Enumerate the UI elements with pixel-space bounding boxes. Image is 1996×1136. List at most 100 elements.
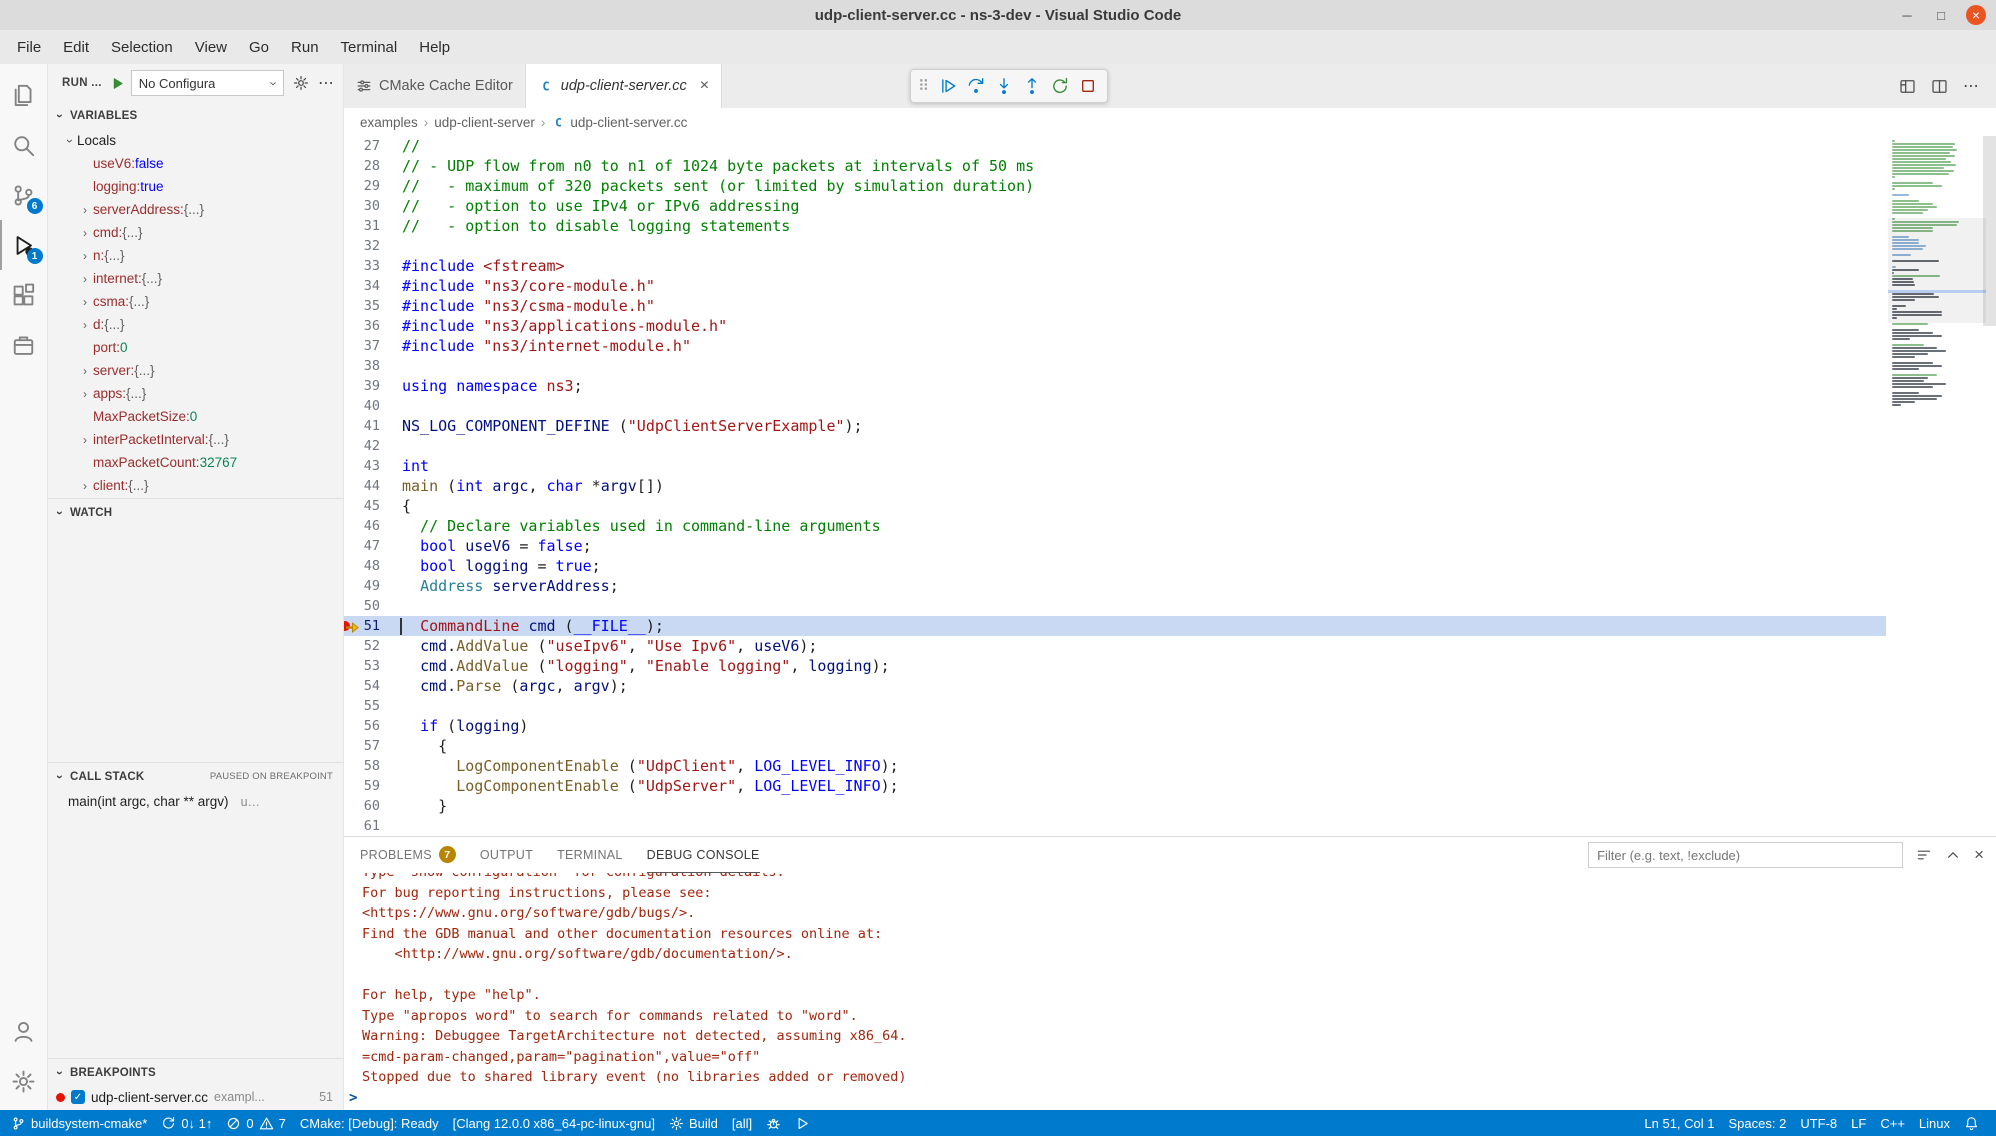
status-cmake-debug[interactable] xyxy=(759,1110,788,1136)
gutter-glyph-margin[interactable] xyxy=(344,236,362,256)
activity-source-control[interactable]: 6 xyxy=(0,170,48,220)
gutter-glyph-margin[interactable] xyxy=(344,156,362,176)
gutter-glyph-margin[interactable] xyxy=(344,376,362,396)
gutter-glyph-margin[interactable] xyxy=(344,716,362,736)
split-editor-icon[interactable] xyxy=(1931,78,1948,95)
gutter-glyph-margin[interactable] xyxy=(344,356,362,376)
console-input[interactable]: > xyxy=(349,1088,1996,1110)
gutter-glyph-margin[interactable] xyxy=(344,616,362,636)
breadcrumb-item-udp-client-server[interactable]: udp-client-server xyxy=(434,115,535,130)
status-cmake-build[interactable]: Build xyxy=(662,1110,725,1136)
minimap-slider[interactable] xyxy=(1888,218,1986,323)
menu-go[interactable]: Go xyxy=(238,34,280,60)
gutter-glyph-margin[interactable] xyxy=(344,316,362,336)
breadcrumb-item-udp-client-server-cc[interactable]: Cudp-client-server.cc xyxy=(551,115,687,130)
editor-tab-udp-client-server-cc[interactable]: Cudp-client-server.cc× xyxy=(526,64,722,108)
minimap[interactable] xyxy=(1892,136,1982,407)
gutter-glyph-margin[interactable] xyxy=(344,656,362,676)
watch-section-header[interactable]: › WATCH xyxy=(48,499,343,526)
variable-row[interactable]: ›interPacketInterval: {...} xyxy=(48,428,343,451)
code-text[interactable]: NS_LOG_COMPONENT_DEFINE ("UdpClientServe… xyxy=(380,416,863,436)
code-editor[interactable]: 27//28// - UDP flow from n0 to n1 of 102… xyxy=(344,136,1996,836)
drag-handle-icon[interactable]: ⠿ xyxy=(918,77,929,95)
code-text[interactable]: { xyxy=(380,736,447,756)
code-text[interactable] xyxy=(380,696,402,716)
code-text[interactable]: { xyxy=(380,496,411,516)
activity-account[interactable] xyxy=(0,1006,48,1056)
code-text[interactable]: cmd.Parse (argc, argv); xyxy=(380,676,628,696)
variable-row[interactable]: maxPacketCount: 32767 xyxy=(48,451,343,474)
code-text[interactable]: LogComponentEnable ("UdpClient", LOG_LEV… xyxy=(380,756,899,776)
status-notifications[interactable] xyxy=(1957,1110,1986,1136)
more-actions-icon[interactable]: ⋯ xyxy=(1963,76,1980,96)
menu-terminal[interactable]: Terminal xyxy=(330,34,409,60)
variable-row[interactable]: port: 0 xyxy=(48,336,343,359)
breadcrumb-item-examples[interactable]: examples xyxy=(360,115,418,130)
variable-row[interactable]: ›n: {...} xyxy=(48,244,343,267)
gutter-glyph-margin[interactable] xyxy=(344,516,362,536)
status-git-sync[interactable]: 0↓ 1↑ xyxy=(154,1110,219,1136)
panel-tab-output[interactable]: OUTPUT xyxy=(480,837,533,873)
status-cursor-position[interactable]: Ln 51, Col 1 xyxy=(1637,1110,1721,1136)
variable-row[interactable]: ›d: {...} xyxy=(48,313,343,336)
variables-section-header[interactable]: › VARIABLES xyxy=(48,102,343,129)
code-text[interactable] xyxy=(380,236,402,256)
step-out-button[interactable] xyxy=(1019,74,1044,99)
continue-button[interactable] xyxy=(935,74,960,99)
variable-row[interactable]: ›serverAddress: {...} xyxy=(48,198,343,221)
status-cmake-status[interactable]: CMake: [Debug]: Ready xyxy=(293,1110,446,1136)
gutter-glyph-margin[interactable] xyxy=(344,256,362,276)
status-cmake-target[interactable]: [all] xyxy=(725,1110,759,1136)
activity-explorer[interactable] xyxy=(0,70,48,120)
code-text[interactable]: #include "ns3/core-module.h" xyxy=(380,276,655,296)
activity-settings[interactable] xyxy=(0,1056,48,1106)
close-panel-icon[interactable]: × xyxy=(1974,845,1984,865)
menu-help[interactable]: Help xyxy=(408,34,461,60)
configure-launch-button[interactable] xyxy=(290,72,312,94)
code-text[interactable]: } xyxy=(380,796,447,816)
gutter-glyph-margin[interactable] xyxy=(344,736,362,756)
code-text[interactable] xyxy=(380,356,402,376)
stack-frame-row[interactable]: main(int argc, char ** argv)u… xyxy=(48,790,343,813)
code-text[interactable]: // - option to disable logging statement… xyxy=(380,216,790,236)
breakpoints-section-header[interactable]: › BREAKPOINTS xyxy=(48,1059,343,1086)
call-stack-section-header[interactable]: › CALL STACK PAUSED ON BREAKPOINT xyxy=(48,763,343,790)
activity-run-and-debug[interactable]: 1 xyxy=(0,220,48,270)
gutter-glyph-margin[interactable] xyxy=(344,336,362,356)
gutter-glyph-margin[interactable] xyxy=(344,196,362,216)
restore-button[interactable]: □ xyxy=(1932,6,1950,24)
clear-console-icon[interactable] xyxy=(1916,847,1932,863)
breakpoint-row[interactable]: ✓udp-client-server.ccexampl...51 xyxy=(48,1086,343,1108)
code-text[interactable]: CommandLine cmd (__FILE__); xyxy=(380,616,664,636)
variable-row[interactable]: ›client: {...} xyxy=(48,474,343,497)
variable-row[interactable]: useV6: false xyxy=(48,152,343,175)
close-tab-icon[interactable]: × xyxy=(700,77,709,95)
code-text[interactable]: Address serverAddress; xyxy=(380,576,619,596)
gutter-glyph-margin[interactable] xyxy=(344,436,362,456)
gutter-glyph-margin[interactable] xyxy=(344,476,362,496)
code-text[interactable]: using namespace ns3; xyxy=(380,376,583,396)
debug-console-output[interactable]: Type "show configuration" for configurat… xyxy=(344,873,1996,1110)
close-button[interactable]: × xyxy=(1966,5,1986,25)
code-text[interactable] xyxy=(380,596,402,616)
code-text[interactable]: if (logging) xyxy=(380,716,528,736)
code-text[interactable]: #include <fstream> xyxy=(380,256,565,276)
code-text[interactable] xyxy=(380,436,402,456)
code-text[interactable]: // - maximum of 320 packets sent (or lim… xyxy=(380,176,1034,196)
variables-scope-row[interactable]: ›Locals xyxy=(48,129,343,152)
variable-row[interactable]: MaxPacketSize: 0 xyxy=(48,405,343,428)
code-text[interactable]: bool useV6 = false; xyxy=(380,536,592,556)
status-language-mode[interactable]: C++ xyxy=(1873,1110,1912,1136)
status-problems[interactable]: 07 xyxy=(219,1110,292,1136)
status-cmake-kit[interactable]: [Clang 12.0.0 x86_64-pc-linux-gnu] xyxy=(446,1110,662,1136)
code-text[interactable]: #include "ns3/csma-module.h" xyxy=(380,296,655,316)
code-text[interactable]: cmd.AddValue ("useIpv6", "Use Ipv6", use… xyxy=(380,636,817,656)
status-encoding[interactable]: UTF-8 xyxy=(1793,1110,1844,1136)
variable-row[interactable]: ›apps: {...} xyxy=(48,382,343,405)
editor-scrollbar[interactable] xyxy=(1983,136,1996,326)
code-text[interactable]: cmd.AddValue ("logging", "Enable logging… xyxy=(380,656,890,676)
menu-view[interactable]: View xyxy=(184,34,238,60)
status-cmake-launch[interactable] xyxy=(788,1110,817,1136)
breakpoint-checkbox[interactable]: ✓ xyxy=(71,1090,85,1104)
activity-search[interactable] xyxy=(0,120,48,170)
